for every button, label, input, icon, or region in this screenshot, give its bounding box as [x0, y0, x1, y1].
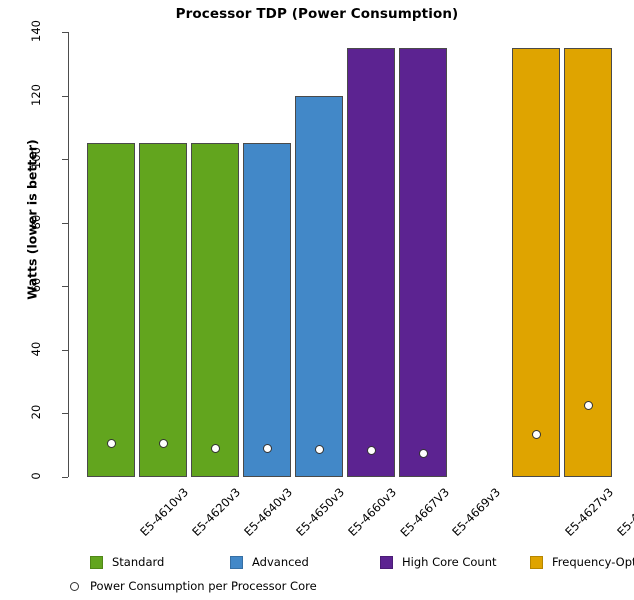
y-axis-tick-label: 0	[29, 472, 43, 480]
bar-e5-4650v3[interactable]	[243, 143, 291, 477]
legend-item-standard[interactable]: Standard	[90, 552, 164, 572]
legend-series-row: Standard Advanced High Core Count Frequency…	[68, 552, 634, 574]
x-axis-label-e5-4655v3: E5-4655v3	[614, 485, 634, 539]
x-axis-label-e5-4640v3: E5-4640v3	[241, 485, 296, 539]
per-core-marker-e5-4610v3[interactable]	[106, 439, 116, 449]
x-axis-label-e5-4620v3: E5-4620v3	[189, 485, 244, 539]
y-axis-tick-label: 100	[29, 147, 43, 170]
legend-marker-label: Power Consumption per Processor Core	[90, 579, 317, 593]
legend-swatch-icon	[90, 555, 103, 569]
x-axis-label-e5-4669v3: E5-4669v3	[449, 485, 504, 539]
legend-label: High Core Count	[402, 555, 497, 569]
x-axis-label-e5-4650v3: E5-4650v3	[293, 485, 348, 539]
legend-item-advanced[interactable]: Advanced	[230, 552, 309, 572]
per-core-marker-e5-4640v3[interactable]	[210, 443, 220, 453]
bar-e5-4655v3[interactable]	[564, 47, 612, 477]
y-axis-tick-label: 60	[29, 277, 43, 293]
legend-item-frequency-optimized[interactable]: Frequency-Optimized	[530, 552, 634, 572]
legend-swatch-icon	[530, 555, 543, 569]
per-core-marker-e5-4667v3[interactable]	[366, 445, 376, 455]
x-axis-label-e5-4660v3: E5-4660v3	[345, 485, 400, 539]
x-axis-label-e5-4667v3: E5-4667V3	[397, 485, 453, 540]
circle-marker-icon	[70, 581, 79, 591]
legend-item-high-core-count[interactable]: High Core Count	[380, 552, 497, 572]
bar-e5-4669v3[interactable]	[399, 47, 447, 477]
per-core-marker-e5-4650v3[interactable]	[262, 443, 272, 453]
y-axis-tick-label: 80	[29, 214, 43, 230]
legend-label: Standard	[112, 555, 165, 569]
per-core-marker-e5-4620v3[interactable]	[158, 439, 168, 449]
x-axis-label-e5-4627v3: E5-4627v3	[562, 485, 617, 539]
per-core-marker-e5-4655v3[interactable]	[583, 400, 593, 410]
y-axis-tick	[62, 477, 68, 478]
bar-e5-4620v3[interactable]	[139, 143, 187, 477]
bar-e5-4610v3[interactable]	[87, 143, 135, 477]
chart-title: Processor TDP (Power Consumption)	[175, 6, 459, 22]
legend-swatch-icon	[380, 555, 393, 569]
legend-label: Advanced	[252, 555, 309, 569]
legend-marker-row: Power Consumption per Processor Core	[68, 576, 317, 596]
legend-label: Frequency-Optimized	[552, 555, 634, 569]
y-axis-tick-label: 120	[29, 83, 43, 106]
x-axis-label-e5-4610v3: E5-4610v3	[137, 485, 192, 539]
plot-area	[68, 32, 634, 477]
per-core-marker-e5-4660v3[interactable]	[314, 444, 324, 454]
chart-container: Processor TDP (Power Consumption) Watts …	[0, 0, 634, 600]
y-axis-tick-label: 40	[29, 341, 43, 357]
per-core-marker-e5-4627v3[interactable]	[531, 429, 541, 439]
bar-e5-4660v3[interactable]	[295, 95, 343, 477]
y-axis-tick-label: 20	[29, 405, 43, 420]
bar-e5-4627v3[interactable]	[512, 47, 560, 477]
y-axis-tick-label: 140	[29, 20, 43, 42]
per-core-marker-e5-4669v3[interactable]	[418, 448, 428, 458]
chart-legend: Standard Advanced High Core Count Frequency…	[68, 552, 634, 596]
bar-e5-4667v3[interactable]	[347, 47, 395, 477]
bar-e5-4640v3[interactable]	[191, 143, 239, 477]
legend-swatch-icon	[230, 555, 243, 569]
